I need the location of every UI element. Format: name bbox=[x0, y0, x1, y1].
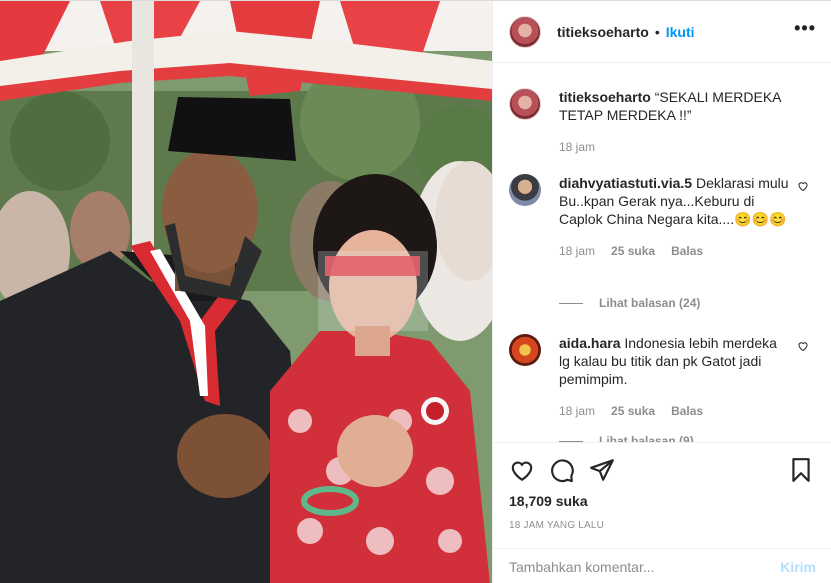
comment-meta: 18 jam 25 suka Balas bbox=[559, 242, 789, 260]
caption-meta: 18 jam bbox=[559, 138, 789, 156]
comment-likes[interactable]: 25 suka bbox=[611, 402, 655, 420]
like-comment-heart-icon[interactable] bbox=[797, 180, 809, 192]
instagram-post: titieksoeharto • Ikuti ••• titieksoehart… bbox=[0, 0, 831, 583]
view-replies-button[interactable]: Lihat balasan (9) bbox=[559, 434, 694, 442]
caption-content: titieksoeharto “SEKALI MERDEKA TETAP MER… bbox=[559, 88, 789, 124]
comment-avatar[interactable] bbox=[509, 174, 541, 206]
comment-content: aida.hara Indonesia lebih merdeka lg kal… bbox=[559, 334, 789, 388]
view-replies-label[interactable]: Lihat balasan (24) bbox=[599, 296, 700, 310]
post-photo[interactable] bbox=[0, 1, 492, 583]
likes-count[interactable]: 18,709 suka bbox=[509, 493, 588, 509]
reply-button[interactable]: Balas bbox=[671, 242, 703, 260]
action-icons bbox=[509, 457, 816, 485]
post-photo-illustration bbox=[0, 1, 492, 583]
comment-item: diahvyatiastuti.via.5 Deklarasi mulu Bu.… bbox=[509, 174, 809, 260]
replies-line bbox=[559, 302, 583, 304]
caption-time[interactable]: 18 jam bbox=[559, 138, 595, 156]
comment-content: diahvyatiastuti.via.5 Deklarasi mulu Bu.… bbox=[559, 174, 789, 228]
follow-button[interactable]: Ikuti bbox=[666, 24, 695, 40]
comment-input[interactable] bbox=[509, 558, 781, 575]
save-bookmark-icon[interactable] bbox=[788, 457, 814, 483]
post-comment-button[interactable]: Kirim bbox=[780, 559, 816, 575]
comment-avatar[interactable] bbox=[509, 334, 541, 366]
caption-username[interactable]: titieksoeharto bbox=[559, 89, 651, 105]
comment-username[interactable]: diahvyatiastuti.via.5 bbox=[559, 175, 692, 191]
caption-avatar[interactable] bbox=[509, 88, 541, 120]
view-replies-button[interactable]: Lihat balasan (24) bbox=[559, 296, 700, 310]
more-options-icon[interactable]: ••• bbox=[794, 19, 816, 37]
like-heart-icon[interactable] bbox=[509, 457, 535, 483]
comment-likes[interactable]: 25 suka bbox=[611, 242, 655, 260]
like-comment-heart-icon[interactable] bbox=[797, 340, 809, 352]
post-side-panel: titieksoeharto • Ikuti ••• titieksoehart… bbox=[492, 1, 831, 583]
post-header: titieksoeharto • Ikuti ••• bbox=[493, 1, 831, 63]
comment-meta: 18 jam 25 suka Balas bbox=[559, 402, 789, 420]
comments-list[interactable]: titieksoeharto “SEKALI MERDEKA TETAP MER… bbox=[493, 64, 831, 442]
header-separator: • bbox=[654, 23, 660, 40]
comment-username[interactable]: aida.hara bbox=[559, 335, 620, 351]
add-comment-bar: Kirim bbox=[493, 548, 831, 583]
view-replies-label[interactable]: Lihat balasan (9) bbox=[599, 434, 694, 442]
post-actions: 18,709 suka 18 JAM YANG LALU bbox=[493, 442, 831, 548]
reply-button[interactable]: Balas bbox=[671, 402, 703, 420]
caption: titieksoeharto “SEKALI MERDEKA TETAP MER… bbox=[509, 88, 809, 156]
author-username[interactable]: titieksoeharto bbox=[557, 24, 649, 40]
share-send-icon[interactable] bbox=[589, 457, 615, 483]
comment-bubble-icon[interactable] bbox=[549, 457, 575, 483]
comment-time[interactable]: 18 jam bbox=[559, 402, 595, 420]
comment-time[interactable]: 18 jam bbox=[559, 242, 595, 260]
author-avatar[interactable] bbox=[509, 15, 541, 48]
post-timestamp[interactable]: 18 JAM YANG LALU bbox=[509, 520, 604, 531]
comment-item: aida.hara Indonesia lebih merdeka lg kal… bbox=[509, 334, 809, 420]
